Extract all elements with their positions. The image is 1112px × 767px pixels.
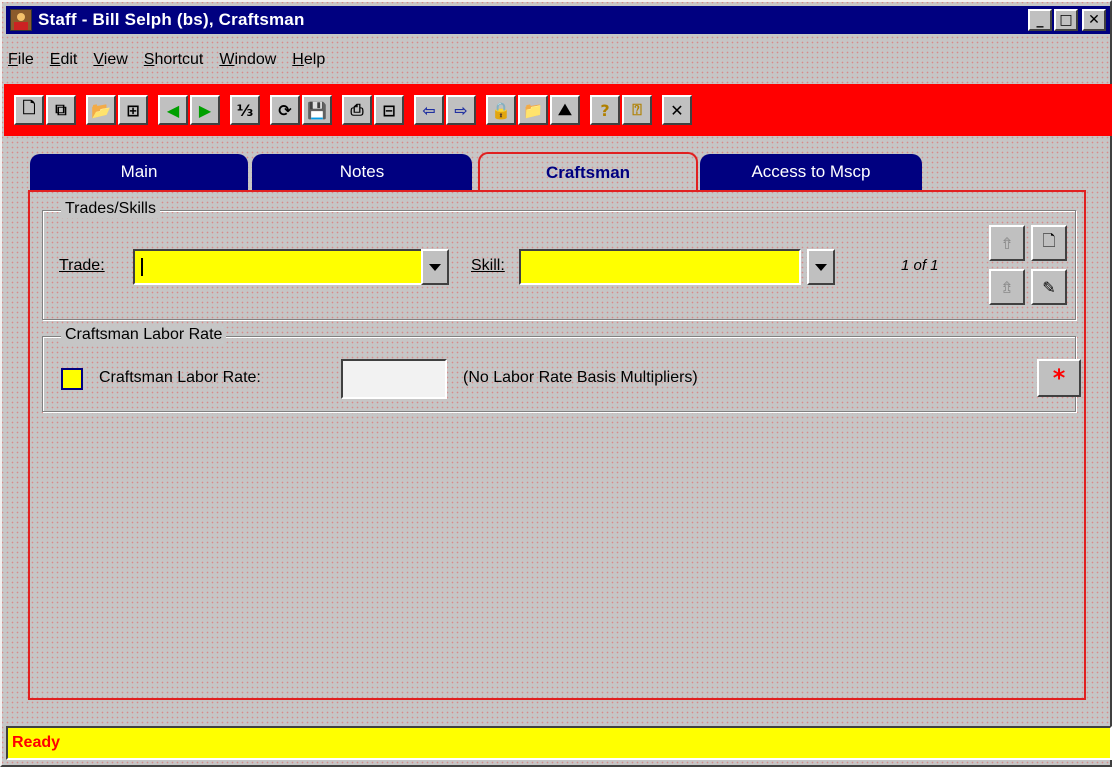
- refresh-icon[interactable]: ⟳: [270, 95, 300, 125]
- menu-help[interactable]: Help: [292, 51, 325, 69]
- chart-icon[interactable]: ⛰: [550, 95, 580, 125]
- window-controls: _ □ ✕: [1028, 9, 1106, 31]
- trade-combobox[interactable]: [133, 249, 423, 285]
- trades-skills-group: Trades/Skills Trade: Skill: 1 of 1 ⇮ 🗋 ⇯…: [42, 200, 1076, 320]
- status-text: Ready: [12, 734, 61, 751]
- menu-edit[interactable]: Edit: [50, 51, 78, 69]
- labor-rate-group: Craftsman Labor Rate Craftsman Labor Rat…: [42, 326, 1081, 412]
- menu-edit-label: dit: [60, 51, 78, 68]
- print-icon[interactable]: ⎙: [342, 95, 372, 125]
- open-folder-icon[interactable]: 📂: [86, 95, 116, 125]
- previous-record-icon[interactable]: ◀: [158, 95, 188, 125]
- maximize-button[interactable]: □: [1054, 9, 1078, 31]
- close-window-button[interactable]: ✕: [1082, 9, 1106, 31]
- menu-edit-mnemonic: E: [49, 51, 61, 68]
- menu-bar: File Edit View Shortcut Window Help: [6, 46, 325, 74]
- staff-app-icon[interactable]: [10, 9, 32, 31]
- menu-file-label: ile: [17, 51, 34, 68]
- lock-icon[interactable]: 🔒: [486, 95, 516, 125]
- tab-access-to-mscp[interactable]: Access to Mscp: [700, 154, 922, 190]
- save-icon[interactable]: 💾: [302, 95, 332, 125]
- craftsman-panel: Trades/Skills Trade: Skill: 1 of 1 ⇮ 🗋 ⇯…: [28, 190, 1086, 700]
- open-file-icon[interactable]: 📁: [518, 95, 548, 125]
- menu-window[interactable]: Window: [219, 51, 276, 69]
- move-down-button[interactable]: ⇯: [989, 269, 1025, 305]
- skill-label: Skill:: [471, 257, 505, 275]
- trades-skills-legend: Trades/Skills: [61, 200, 160, 218]
- forward-icon[interactable]: ⇨: [446, 95, 476, 125]
- labor-rate-input[interactable]: [341, 359, 447, 399]
- menu-file[interactable]: File: [8, 51, 34, 69]
- labor-rate-checkbox-label: Craftsman Labor Rate:: [99, 369, 261, 386]
- menu-view-mnemonic: V: [93, 51, 104, 68]
- skill-combobox[interactable]: [519, 249, 801, 285]
- help-icon[interactable]: ?: [590, 95, 620, 125]
- next-record-icon[interactable]: ▶: [190, 95, 220, 125]
- labor-rate-legend: Craftsman Labor Rate: [61, 326, 227, 344]
- find-icon[interactable]: ⊞: [118, 95, 148, 125]
- menu-window-label: indow: [234, 51, 277, 68]
- close-icon[interactable]: ✕: [662, 95, 692, 125]
- menu-window-mnemonic: W: [219, 51, 235, 68]
- new-trade-button[interactable]: 🗋: [1031, 225, 1067, 261]
- copy-record-icon[interactable]: ⧉: [46, 95, 76, 125]
- skill-label-text: Skill:: [471, 257, 505, 274]
- numbering-icon[interactable]: ⅓: [230, 95, 260, 125]
- window-title: Staff - Bill Selph (bs), Craftsman: [38, 10, 305, 29]
- menu-view-label: iew: [103, 51, 128, 68]
- toolbar: 🗋 ⧉ 📂 ⊞ ◀ ▶ ⅓ ⟳ 💾 ⎙ ⊟ ⇦ ⇨ 🔒 📁 ⛰ ? ⍰ ✕: [4, 84, 1112, 136]
- menu-shortcut-label: hortcut: [154, 51, 204, 68]
- title-bar[interactable]: Staff - Bill Selph (bs), Craftsman _ □ ✕: [6, 6, 1110, 34]
- menu-file-mnemonic: F: [8, 51, 18, 68]
- menu-shortcut[interactable]: Shortcut: [144, 51, 204, 69]
- skill-dropdown-button[interactable]: [807, 249, 835, 285]
- trade-dropdown-button[interactable]: [421, 249, 449, 285]
- trade-label: Trade:: [59, 257, 105, 275]
- minimize-button[interactable]: _: [1028, 9, 1052, 31]
- text-caret: [141, 258, 143, 276]
- menu-shortcut-mnemonic: S: [143, 51, 155, 68]
- labor-rate-checkbox[interactable]: [61, 368, 83, 390]
- trade-label-text: Trade:: [59, 257, 105, 274]
- print-preview-icon[interactable]: ⊟: [374, 95, 404, 125]
- tab-main[interactable]: Main: [30, 154, 248, 190]
- menu-view[interactable]: View: [93, 51, 127, 69]
- tab-craftsman[interactable]: Craftsman: [478, 152, 698, 192]
- menu-help-mnemonic: H: [292, 51, 304, 68]
- context-help-icon[interactable]: ⍰: [622, 95, 652, 125]
- application-window: Staff - Bill Selph (bs), Craftsman _ □ ✕…: [0, 0, 1112, 767]
- move-up-button[interactable]: ⇮: [989, 225, 1025, 261]
- labor-rate-note: (No Labor Rate Basis Multipliers): [463, 369, 698, 386]
- status-bar: Ready: [6, 726, 1112, 760]
- tab-notes[interactable]: Notes: [252, 154, 472, 190]
- edit-trade-button[interactable]: ✎: [1031, 269, 1067, 305]
- new-document-icon[interactable]: 🗋: [14, 95, 44, 125]
- menu-help-label: elp: [303, 51, 326, 68]
- record-count: 1 of 1: [901, 257, 939, 274]
- back-icon[interactable]: ⇦: [414, 95, 444, 125]
- required-star-button[interactable]: *: [1037, 359, 1081, 397]
